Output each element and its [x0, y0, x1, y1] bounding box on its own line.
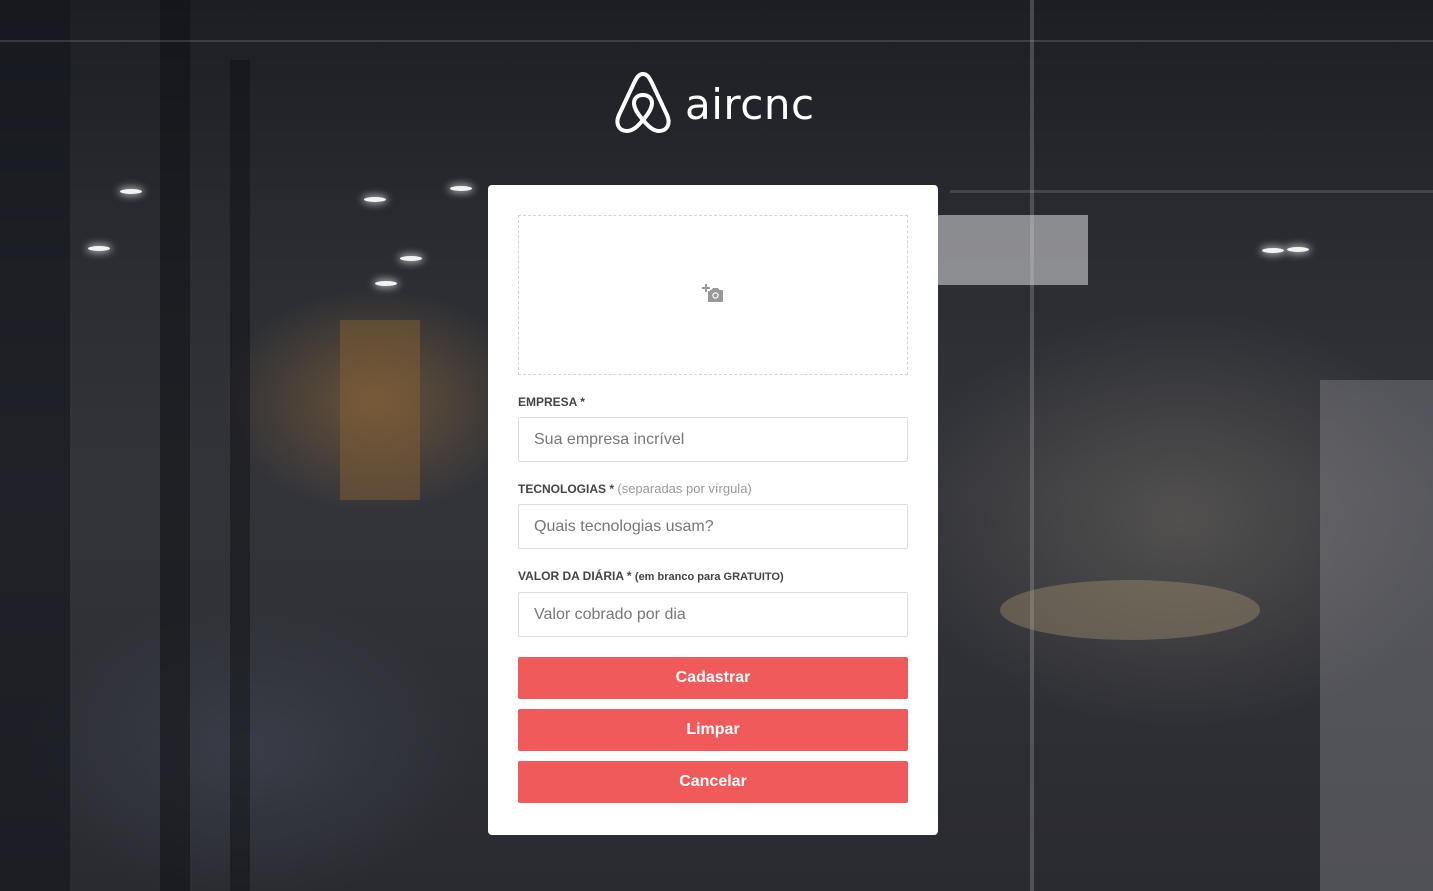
app-logo: aircnc	[613, 70, 815, 139]
camera-add-icon	[702, 283, 724, 308]
thumbnail-upload[interactable]	[518, 215, 908, 375]
logo-text: aircnc	[685, 79, 815, 129]
clear-button[interactable]: Limpar	[518, 709, 908, 751]
techs-input[interactable]	[518, 504, 908, 549]
submit-button[interactable]: Cadastrar	[518, 657, 908, 699]
cancel-button[interactable]: Cancelar	[518, 761, 908, 803]
new-spot-form: EMPRESA * TECNOLOGIAS * (separadas por v…	[488, 185, 938, 835]
price-input[interactable]	[518, 592, 908, 637]
price-hint: (em branco para GRATUITO)	[634, 571, 784, 583]
airbnb-logo-icon	[613, 70, 673, 139]
company-input[interactable]	[518, 417, 908, 462]
price-label: VALOR DA DIÁRIA * (em branco para GRATUI…	[518, 569, 784, 583]
techs-hint: (separadas por vírgula)	[617, 481, 752, 496]
company-label: EMPRESA *	[518, 395, 585, 409]
techs-label: TECNOLOGIAS * (separadas por vírgula)	[518, 481, 752, 497]
